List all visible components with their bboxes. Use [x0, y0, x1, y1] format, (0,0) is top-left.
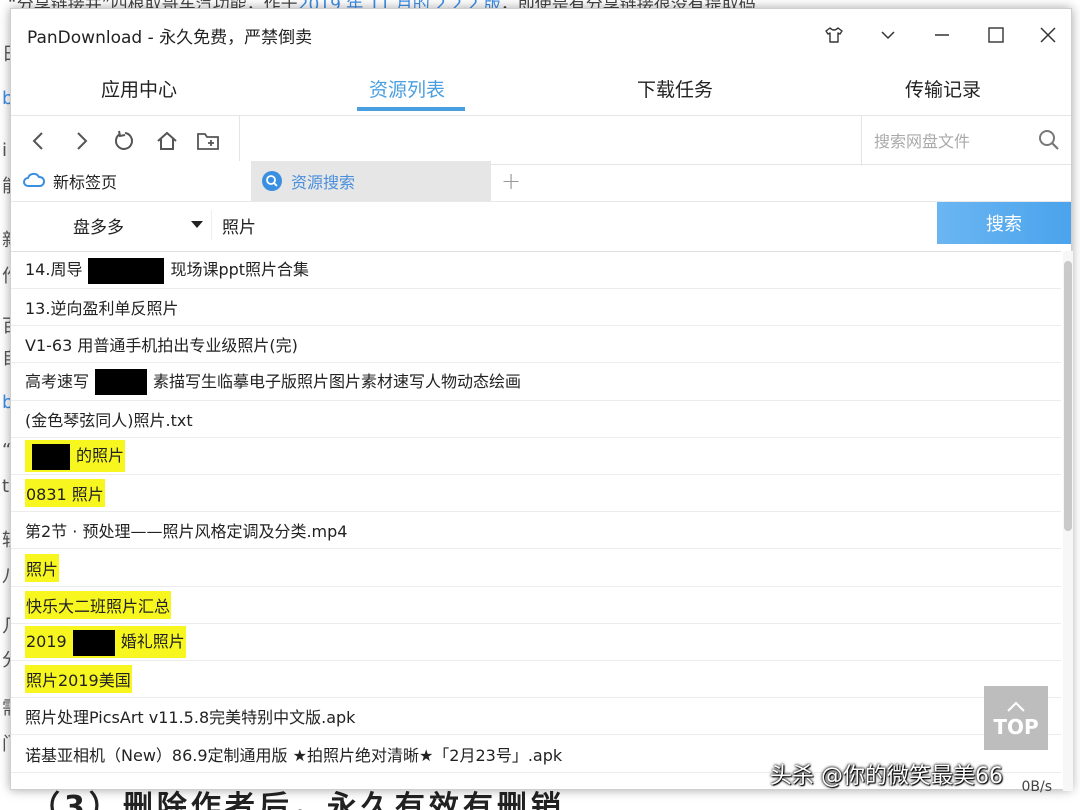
source-select[interactable]: 盘多多: [73, 210, 203, 240]
chevron-up-icon: [1007, 701, 1025, 712]
results-scrollbar[interactable]: [1063, 251, 1073, 791]
sub-tab-label: 资源搜索: [291, 173, 356, 192]
result-row[interactable]: 照片2019美国: [11, 661, 1061, 699]
tab-new-tab-page[interactable]: 新标签页: [11, 161, 251, 201]
result-title: 照片: [25, 553, 60, 582]
tab-resource-search[interactable]: 资源搜索: [251, 161, 491, 201]
skin-shirt-icon[interactable]: [819, 21, 849, 49]
result-title-text: 0831 照片: [26, 485, 104, 505]
search-circle-icon: [261, 170, 283, 192]
result-row[interactable]: 0831 照片: [11, 475, 1061, 513]
result-title: 照片2019美国: [25, 665, 132, 694]
tab-app-center[interactable]: 应用中心: [39, 75, 239, 102]
redaction-block: [95, 369, 148, 396]
result-row[interactable]: 照片处理PicsArt v11.5.8完美特别中文版.apk: [11, 698, 1061, 736]
back-to-top-label: TOP: [993, 715, 1039, 739]
result-title-text: 素描写生临摹电子版照片图片素材速写人物动态绘画: [153, 371, 522, 391]
result-title-text: 照片处理PicsArt v11.5.8完美特别中文版.apk: [25, 708, 356, 728]
tab-transfer-records[interactable]: 传输记录: [843, 75, 1043, 102]
result-title: 照片处理PicsArt v11.5.8完美特别中文版.apk: [25, 704, 355, 728]
redaction-block: [32, 443, 70, 470]
result-row[interactable]: 13.逆向盈利单反照片: [11, 289, 1061, 327]
minimize-icon[interactable]: [927, 21, 957, 49]
back-to-top-button[interactable]: TOP: [984, 686, 1048, 750]
result-title: 2019 婚礼照片: [25, 626, 186, 658]
result-title-text: 现场课ppt照片合集: [170, 260, 310, 280]
keyword-input[interactable]: [211, 210, 931, 240]
result-title: V1-63 用普通手机拍出专业级照片(完): [25, 332, 298, 356]
scrollbar-thumb[interactable]: [1064, 261, 1072, 531]
search-button[interactable]: 搜索: [937, 202, 1071, 244]
result-title-text: 2019: [26, 632, 67, 652]
maximize-icon[interactable]: [981, 21, 1011, 49]
query-row: 盘多多 搜索: [11, 202, 1071, 248]
result-title: 13.逆向盈利单反照片: [25, 295, 178, 319]
new-folder-icon[interactable]: [195, 127, 223, 155]
source-select-value: 盘多多: [73, 217, 124, 238]
tab-download-tasks[interactable]: 下载任务: [575, 75, 775, 102]
result-row[interactable]: V1-63 用普通手机拍出专业级照片(完): [11, 326, 1061, 364]
toolbar: [11, 115, 1073, 166]
search-icon[interactable]: [1037, 128, 1061, 156]
main-tabs: 应用中心 资源列表 下载任务 传输记录: [11, 61, 1071, 119]
result-title: 诺基亚相机（New）86.9定制通用版 ★拍照片绝对清晰★「2月23号」.apk: [25, 742, 562, 766]
result-row[interactable]: 14.周导 现场课ppt照片合集: [11, 252, 1061, 289]
result-row[interactable]: 照片: [11, 550, 1061, 587]
sub-tab-label: 新标签页: [53, 173, 118, 192]
add-tab-icon[interactable]: +: [493, 161, 529, 201]
refresh-icon[interactable]: [111, 127, 139, 155]
result-title: 14.周导 现场课ppt照片合集: [25, 256, 309, 284]
result-title-text: 的照片: [76, 446, 125, 466]
article-edge-char: i: [2, 140, 8, 161]
result-row[interactable]: (金色琴弦同人)照片.txt: [11, 401, 1061, 438]
forward-icon[interactable]: [67, 127, 95, 155]
cloud-search-input[interactable]: [874, 128, 1024, 154]
result-title-text: 快乐大二班照片汇总: [26, 596, 171, 616]
result-title-text: 第2节 · 预处理——照片风格定调及分类.mp4: [25, 522, 348, 542]
result-title-text: 诺基亚相机（New）86.9定制通用版 ★拍照片绝对清晰★「2月23号」.apk: [25, 745, 563, 765]
result-title-text: 照片: [26, 559, 59, 579]
download-speed-value: 0B/s: [1021, 779, 1052, 795]
result-title: (金色琴弦同人)照片.txt: [25, 407, 193, 431]
result-title-text: 14.周导: [25, 260, 83, 280]
dropdown-chevron-icon[interactable]: [873, 21, 903, 49]
window-title: PanDownload - 永久免费，严禁倒卖: [27, 28, 313, 48]
result-row[interactable]: 2019 婚礼照片: [11, 624, 1061, 661]
cloud-search-box: [861, 116, 1073, 166]
result-title-text: 照片2019美国: [26, 671, 131, 691]
pandownload-window: PanDownload - 永久免费，严禁倒卖 应用中心 资源列表 下载任务 传…: [10, 8, 1073, 791]
close-icon[interactable]: [1033, 21, 1063, 49]
result-row[interactable]: 第2节 · 预处理——照片风格定调及分类.mp4: [11, 512, 1061, 550]
result-title: 快乐大二班照片汇总: [25, 590, 172, 619]
redaction-block: [72, 629, 115, 656]
toolbar-separator: [239, 116, 240, 166]
results-list: 14.周导 现场课ppt照片合集 13.逆向盈利单反照片 V1-63 用普通手机拍出专…: [11, 251, 1061, 791]
sub-tabs: 新标签页 资源搜索 +: [11, 161, 1071, 201]
result-row[interactable]: 快乐大二班照片汇总: [11, 587, 1061, 624]
result-title: 高考速写 素描写生临摹电子版照片图片素材速写人物动态绘画: [25, 368, 521, 396]
cloud-icon: [23, 170, 45, 192]
article-edge-char: t: [2, 476, 10, 497]
result-title-text: 婚礼照片: [120, 632, 185, 652]
result-row[interactable]: 高考速写 素描写生临摹电子版照片图片素材速写人物动态绘画: [11, 364, 1061, 401]
caret-down-icon: [191, 221, 203, 228]
title-bar[interactable]: PanDownload - 永久免费，严禁倒卖: [11, 9, 1071, 61]
back-icon[interactable]: [25, 127, 53, 155]
active-tab-indicator: [357, 107, 465, 111]
result-title-text: 13.逆向盈利单反照片: [25, 299, 179, 319]
result-title-text: (金色琴弦同人)照片.txt: [25, 410, 193, 430]
result-title-text: V1-63 用普通手机拍出专业级照片(完): [25, 336, 298, 356]
home-icon[interactable]: [153, 127, 181, 155]
result-title-text: 高考速写: [25, 371, 90, 391]
tab-resource-list[interactable]: 资源列表: [307, 75, 507, 102]
result-title: 第2节 · 预处理——照片风格定调及分类.mp4: [25, 518, 347, 542]
watermark: 头杀 @你的微笑最美66: [770, 764, 1003, 789]
redaction-block: [88, 257, 165, 284]
result-title: 0831 照片: [25, 479, 105, 508]
result-title: 的照片: [25, 440, 126, 472]
result-row[interactable]: 的照片: [11, 438, 1061, 475]
